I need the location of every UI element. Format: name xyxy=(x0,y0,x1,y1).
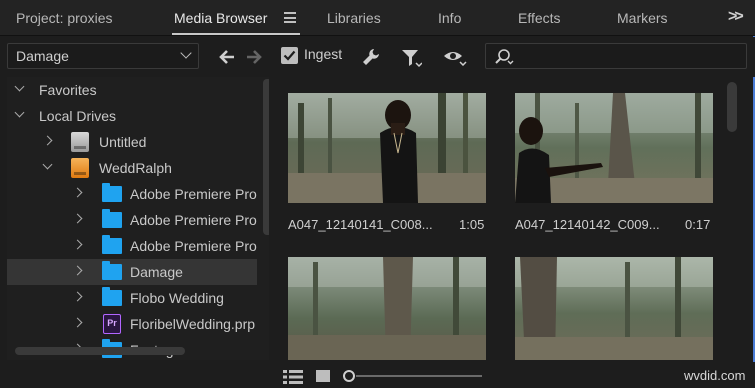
grid-vertical-scrollbar[interactable] xyxy=(727,82,737,132)
panel-menu-icon[interactable] xyxy=(284,12,296,23)
folder-icon xyxy=(102,261,122,280)
tab-markers[interactable]: Markers xyxy=(617,0,668,36)
clip-thumbnail[interactable] xyxy=(515,257,713,360)
eye-icon[interactable] xyxy=(443,48,467,66)
tree-horizontal-scrollbar[interactable] xyxy=(15,347,185,355)
tab-effects[interactable]: Effects xyxy=(518,0,561,36)
list-view-icon[interactable] xyxy=(283,370,303,384)
back-arrow-icon[interactable] xyxy=(217,47,237,67)
clip-thumbnail[interactable] xyxy=(288,257,486,360)
tree-item-label: FloribelWedding.prp xyxy=(130,316,256,332)
tree-item-label: Flobo Wedding xyxy=(130,290,224,306)
folder-icon xyxy=(102,235,122,254)
tree-item-folder[interactable]: Adobe Premiere Pro xyxy=(7,181,257,207)
folder-tree: Favorites Local Drives Untitled WeddRalp… xyxy=(7,77,269,360)
location-value: Damage xyxy=(16,48,69,64)
clip-duration: 0:17 xyxy=(685,217,711,232)
zoom-slider-handle[interactable] xyxy=(343,370,355,382)
tree-item-label: WeddRalph xyxy=(99,160,172,176)
tree-item-label: Adobe Premiere Pro xyxy=(130,238,257,254)
search-icon xyxy=(495,49,514,65)
clip-duration: 1:05 xyxy=(459,217,485,232)
expand-arrow-icon[interactable] xyxy=(72,291,83,302)
ingest-label: Ingest xyxy=(304,46,343,62)
tree-item-label: Adobe Premiere Pro xyxy=(130,186,257,202)
tree-item-label: Local Drives xyxy=(39,108,117,124)
more-tabs-icon[interactable]: >> xyxy=(728,0,744,36)
tree-item-label: Untitled xyxy=(99,134,147,150)
panel-tab-bar: Project: proxies Media Browser Libraries… xyxy=(0,0,755,36)
media-browser-toolbar: Damage Ingest xyxy=(0,37,755,77)
wrench-icon[interactable] xyxy=(360,46,382,68)
drive-icon xyxy=(71,158,89,178)
chevron-down-icon xyxy=(180,47,192,59)
search-input[interactable] xyxy=(485,43,747,69)
tree-item-weddralph[interactable]: WeddRalph xyxy=(7,155,257,181)
location-dropdown[interactable]: Damage xyxy=(7,43,199,69)
zoom-slider-track[interactable] xyxy=(356,375,482,377)
clip-name: A047_12140141_C008... xyxy=(288,217,433,232)
expand-arrow-icon[interactable] xyxy=(72,187,83,198)
expand-arrow-icon[interactable] xyxy=(72,265,83,276)
folder-icon xyxy=(102,209,122,228)
tree-item-prproj[interactable]: Pr FloribelWedding.prp xyxy=(7,311,257,337)
ingest-checkbox[interactable] xyxy=(281,47,298,64)
tree-item-label: Favorites xyxy=(39,82,97,98)
tab-media-browser[interactable]: Media Browser xyxy=(174,0,267,36)
collapse-arrow-icon[interactable] xyxy=(42,159,53,170)
tree-item-label: Damage xyxy=(130,264,183,280)
expand-arrow-icon[interactable] xyxy=(42,135,53,146)
tree-item-folder[interactable]: Adobe Premiere Pro xyxy=(7,233,257,259)
active-tab-indicator xyxy=(172,33,300,35)
icon-view-icon[interactable] xyxy=(316,370,330,382)
tab-libraries[interactable]: Libraries xyxy=(327,0,381,36)
tree-item-label: Adobe Premiere Pro xyxy=(130,212,257,228)
expand-arrow-icon[interactable] xyxy=(72,239,83,250)
tab-project[interactable]: Project: proxies xyxy=(16,0,112,36)
expand-arrow-icon[interactable] xyxy=(72,213,83,224)
collapse-arrow-icon[interactable] xyxy=(14,107,25,118)
watermark-text: wvdid.com xyxy=(684,368,746,383)
tree-vertical-scrollbar[interactable] xyxy=(263,79,269,235)
tab-info[interactable]: Info xyxy=(438,0,461,36)
clip-thumbnail[interactable] xyxy=(288,93,486,203)
forward-arrow-icon[interactable] xyxy=(244,47,264,67)
media-thumbnail-grid: A047_12140141_C008... 1:05 A047_12140142… xyxy=(275,77,747,360)
collapse-arrow-icon[interactable] xyxy=(14,81,25,92)
folder-icon xyxy=(102,183,122,202)
tree-item-damage[interactable]: Damage xyxy=(7,259,257,285)
tree-item-untitled[interactable]: Untitled xyxy=(7,129,257,155)
clip-thumbnail[interactable] xyxy=(515,93,713,203)
folder-icon xyxy=(102,287,122,306)
tree-item-flobo-wedding[interactable]: Flobo Wedding xyxy=(7,285,257,311)
premiere-project-icon: Pr xyxy=(103,314,121,334)
filter-icon[interactable] xyxy=(400,47,422,69)
browser-footer: wvdid.com xyxy=(0,362,755,388)
tree-item-folder[interactable]: Adobe Premiere Pro xyxy=(7,207,257,233)
clip-name: A047_12140142_C009... xyxy=(515,217,660,232)
expand-arrow-icon[interactable] xyxy=(72,317,83,328)
tree-item-favorites[interactable]: Favorites xyxy=(7,77,257,103)
drive-icon xyxy=(71,132,89,152)
tree-item-local-drives[interactable]: Local Drives xyxy=(7,103,257,129)
